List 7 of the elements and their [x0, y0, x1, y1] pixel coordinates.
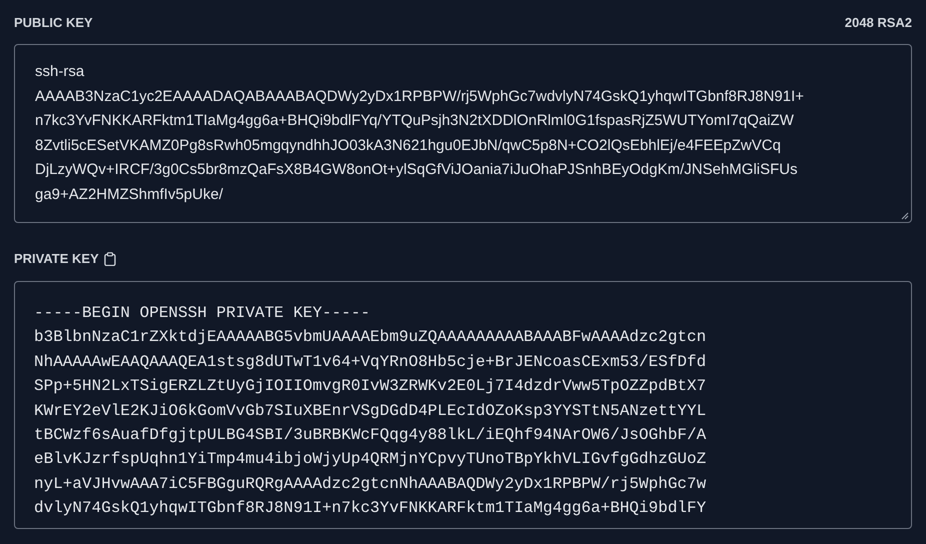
- resize-handle-icon[interactable]: [901, 212, 909, 220]
- public-key-field[interactable]: ssh-rsa AAAAB3NzaC1yc2EAAAADAQABAAABAQDWy2yDx1RPBPW/rj5WphGc7wdvlyN74GskQ1yhqwITGbnf8RJ8N91I+ n7kc3YvFNKKARFktm1TIaMg4gg6a+BHQi9bdlFYq/YTQuPsjh3N2tXDDlOnRlml0G1fspasRjZ5WUTYomI7qQaiZW 8Zvtli5cESetVKAMZ0Pg8sRwh05mgqyndhhJO03kA3N621hgu0EJbN/qwC5p8N+CO2lQsEbhlEj/e4FEEpZwVCq DjLzyWQv+IRCF/3g0Cs5br8mzQaFsX8B4GW8onOt+ylSqGfViJOania7iJuOhaPJSnhBEyOdgKm/JNSehMGliSFUs ga9+AZ2HMZShmfIv5pUke/: [14, 44, 912, 223]
- key-size-label: 2048 RSA2: [844, 14, 912, 32]
- clipboard-icon[interactable]: [104, 252, 116, 266]
- private-key-field[interactable]: -----BEGIN OPENSSH PRIVATE KEY----- b3BlbnNzaC1rZXktdjEAAAAABG5vbmUAAAAEbm9uZQAAAAAAAAABAAABFwAAAAdzc2gtcn NhAAAAAwEAAQAAAQEA1stsg8dUTwT1v64+VqYRnO8Hb5cje+BrJENcoasCExm53/ESfDfd SPp+5HN2LxTSigERZLZtUyGjIOIIOmvgR0IvW3ZRWKv2E0Lj7I4dzdrVww5TpOZZpdBtX7 KWrEY2eVlE2KJiO6kGomVvGb7SIuXBEnrVSgDGdD4PLEcIdOZoKsp3YYSTtN5ANzettYYL tBCWzf6sAuafDfgjtpULBG4SBI/3uBRBKWcFQqg4y88lkL/iEQhf94NArOW6/JsOGhbF/A eBlvKJzrfspUqhn1YiTmp4mu4ibjoWjyUp4QRMjnYCpvyTUnoTBpYkhVLIGvfgGdhzGUoZ nyL+aVJHvwAAA7iC5FBGguRQRgAAAAdzc2gtcnNhAAABAQDWy2yDx1RPBPW/rj5WphGc7w dvlyN74GskQ1yhqwITGbnf8RJ8N91I+n7kc3YvFNKKARFktm1TIaMg4gg6a+BHQi9bdlFY: [14, 281, 912, 529]
- section-label: PUBLIC KEY: [14, 14, 93, 32]
- section-label: PRIVATE KEY: [14, 250, 99, 268]
